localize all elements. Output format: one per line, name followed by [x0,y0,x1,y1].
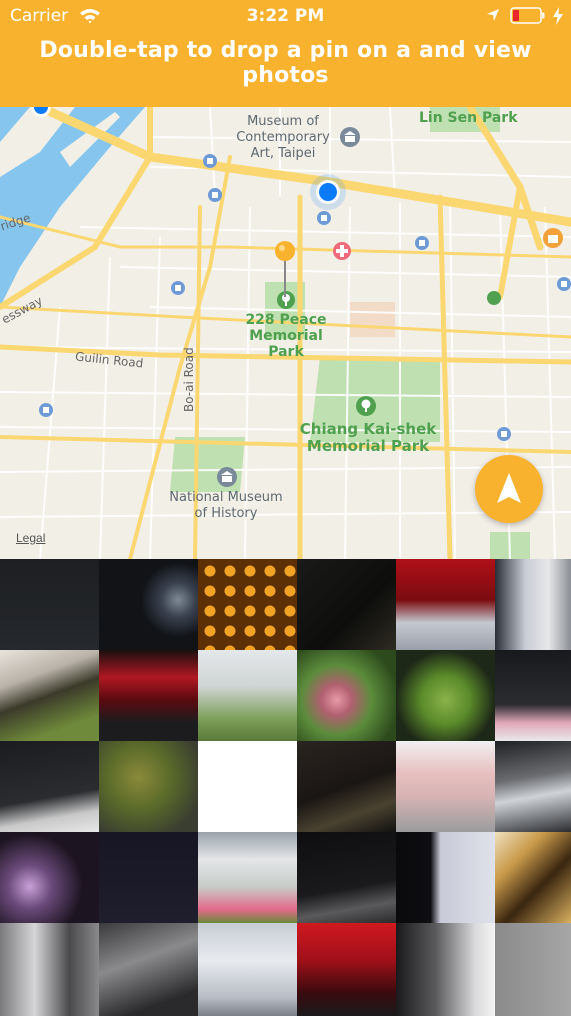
metro-icon[interactable] [207,187,223,203]
metro-icon[interactable] [316,210,332,226]
metro-icon[interactable] [496,426,512,442]
photo-thumbnail[interactable] [0,923,99,1016]
photo-thumbnail[interactable] [396,559,495,650]
photo-thumbnail[interactable] [297,650,396,741]
museum-icon[interactable] [339,126,361,148]
battery-icon [510,7,545,24]
metro-icon[interactable] [170,280,186,296]
photo-thumbnail[interactable] [396,650,495,741]
map-view[interactable]: Museum of Contemporary Art, Taipei Lin S… [0,107,571,559]
status-bar: Carrier 3:22 PM [0,0,571,32]
photo-thumbnail[interactable] [198,923,297,1016]
compass-button[interactable] [475,455,543,523]
national-museum-label: National Museum of History [169,490,283,521]
park-icon[interactable] [486,290,502,306]
photo-thumbnail[interactable] [0,832,99,923]
photo-thumbnail[interactable] [0,741,99,832]
photo-thumbnail[interactable] [495,832,571,923]
photo-thumbnail[interactable] [198,741,297,832]
chiang-park-label: Chiang Kai-shek Memorial Park [299,420,437,455]
photo-thumbnail[interactable] [297,741,396,832]
metro-icon[interactable] [414,235,430,251]
photo-thumbnail[interactable] [99,832,198,923]
metro-icon[interactable] [556,276,571,292]
photo-thumbnail[interactable] [495,741,571,832]
photo-thumbnail[interactable] [396,741,495,832]
photo-thumbnail[interactable] [495,559,571,650]
photo-thumbnail[interactable] [297,923,396,1016]
photo-thumbnail[interactable] [396,832,495,923]
charging-bolt-icon [553,7,563,25]
legal-link[interactable]: Legal [16,531,45,545]
photo-thumbnail[interactable] [0,559,99,650]
photo-thumbnail[interactable] [0,650,99,741]
photo-thumbnail[interactable] [198,832,297,923]
user-location-marker [31,107,51,117]
photo-thumbnail[interactable] [99,741,198,832]
photo-thumbnail[interactable] [198,559,297,650]
museum-label: Museum of Contemporary Art, Taipei [236,114,330,161]
photo-thumbnail[interactable] [99,650,198,741]
hospital-icon[interactable] [332,241,352,261]
metro-icon[interactable] [38,402,54,418]
instruction-text: Double-tap to drop a pin on a and view p… [39,38,532,88]
metro-icon[interactable] [202,153,218,169]
photo-thumbnail[interactable] [99,923,198,1016]
museum-icon[interactable] [216,466,238,488]
photo-thumbnail[interactable] [99,559,198,650]
photo-grid [0,559,571,1016]
compass-icon [497,473,521,503]
dropped-pin[interactable] [272,239,302,301]
photo-thumbnail[interactable] [495,923,571,1016]
location-arrow-icon [487,9,499,21]
photo-thumbnail[interactable] [297,832,396,923]
photo-thumbnail[interactable] [396,923,495,1016]
header: Carrier 3:22 PM Double-tap to drop a pin… [0,0,571,107]
tree-icon[interactable] [355,395,377,417]
shopping-icon[interactable] [542,227,564,249]
peace-park-label: 228 Peace Memorial Park [245,312,327,360]
user-location-dot[interactable] [309,173,347,211]
photo-thumbnail[interactable] [495,650,571,741]
photo-thumbnail[interactable] [198,650,297,741]
photo-thumbnail[interactable] [297,559,396,650]
lin-sen-park-label: Lin Sen Park [419,110,518,126]
boai-road-label: Bo-ai Road [182,347,196,412]
